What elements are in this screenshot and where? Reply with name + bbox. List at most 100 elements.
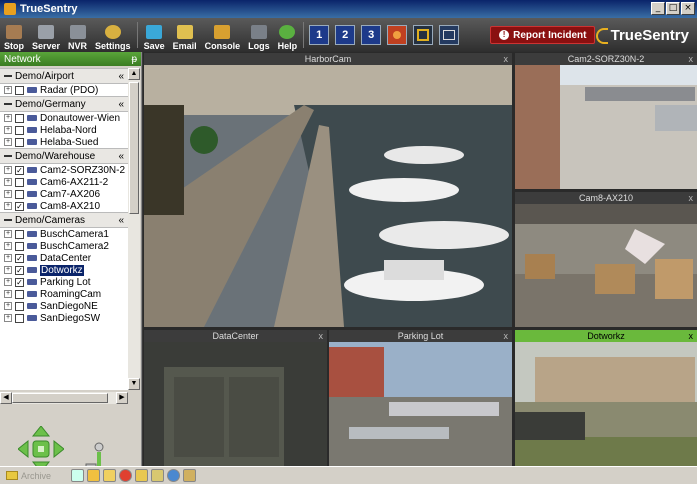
scroll-left-arrow[interactable]: ◀ (0, 392, 12, 404)
video-tile-dotworkz[interactable]: Dotworkz x (515, 330, 697, 466)
map-icon[interactable] (183, 469, 196, 482)
document-icon[interactable] (135, 469, 148, 482)
close-icon[interactable]: x (504, 53, 509, 65)
collapse-icon[interactable]: « (118, 71, 124, 82)
expand-icon[interactable]: + (4, 86, 12, 94)
server-button[interactable]: Server (28, 19, 64, 51)
cone-icon[interactable] (87, 469, 100, 482)
console-button[interactable]: Console (201, 19, 245, 51)
close-button[interactable]: × (681, 2, 695, 15)
tree-group-header[interactable]: Demo/Airport « (0, 68, 128, 84)
camera-checkbox[interactable] (15, 125, 24, 135)
alarm-layout-button[interactable] (387, 25, 408, 45)
tree-camera-item[interactable]: + Radar (PDO) (0, 84, 128, 96)
expand-icon[interactable]: + (4, 178, 12, 186)
video-tile-harborcam[interactable]: HarborCam x (144, 53, 512, 327)
tree-group-header[interactable]: Demo/Cameras « (0, 212, 128, 228)
expand-icon[interactable]: + (4, 314, 12, 322)
alert-icon[interactable] (119, 469, 132, 482)
pin-icon[interactable]: ᵽ (131, 54, 137, 65)
expand-icon[interactable]: + (4, 166, 12, 174)
expand-icon[interactable]: + (4, 190, 12, 198)
camera-checkbox[interactable] (15, 137, 24, 147)
video-tile-cam8[interactable]: Cam8-AX210 x (515, 192, 697, 327)
tree-camera-item[interactable]: + BuschCamera1 (0, 228, 128, 240)
camera-checkbox[interactable] (15, 313, 24, 323)
tree-camera-item[interactable]: + SanDiegoNE (0, 300, 128, 312)
email-button[interactable]: Email (169, 19, 201, 51)
close-icon[interactable]: x (689, 192, 694, 204)
tree-horizontal-scrollbar[interactable]: ◀ ▶ (0, 392, 128, 404)
close-icon[interactable]: x (319, 330, 324, 342)
tree-camera-item[interactable]: + ✓ Cam8-AX210 (0, 200, 128, 212)
zoom-in-icon[interactable] (94, 442, 104, 452)
expand-icon[interactable]: + (4, 254, 12, 262)
collapse-icon[interactable]: « (118, 99, 124, 110)
tree-vertical-scrollbar[interactable]: ▲ ▼ (128, 68, 140, 390)
scroll-up-arrow[interactable]: ▲ (128, 68, 140, 80)
stop-button[interactable]: Stop (0, 19, 28, 51)
grid-layout-button[interactable] (413, 25, 434, 45)
tree-camera-item[interactable]: + Helaba-Nord (0, 124, 128, 136)
save-button[interactable]: Save (140, 19, 169, 51)
nvr-button[interactable]: NVR (64, 19, 91, 51)
scroll-down-arrow[interactable]: ▼ (128, 378, 140, 390)
tree-camera-item[interactable]: + RoamingCam (0, 288, 128, 300)
settings-button[interactable]: Settings (91, 19, 135, 51)
close-icon[interactable]: x (689, 53, 694, 65)
tree-camera-item[interactable]: + ✓ Parking Lot (0, 276, 128, 288)
camera-checkbox[interactable] (15, 229, 24, 239)
expand-icon[interactable]: + (4, 290, 12, 298)
expand-icon[interactable]: + (4, 202, 12, 210)
camera-list-icon[interactable] (151, 469, 164, 482)
collapse-icon[interactable]: « (118, 215, 124, 226)
layout-2-button[interactable]: 2 (335, 25, 356, 45)
camera-checkbox[interactable] (15, 289, 24, 299)
tree-camera-item[interactable]: + ✓ Cam2-SORZ30N-2 (0, 164, 128, 176)
close-icon[interactable]: x (504, 330, 509, 342)
multi-layout-button[interactable] (439, 25, 460, 45)
camera-checkbox[interactable] (15, 177, 24, 187)
tree-camera-item[interactable]: + SanDiegoSW (0, 312, 128, 324)
expand-icon[interactable]: + (4, 302, 12, 310)
scroll-right-arrow[interactable]: ▶ (116, 392, 128, 404)
tree-camera-item[interactable]: + Donautower-Wien (0, 112, 128, 124)
pan-left-arrow[interactable] (18, 439, 29, 459)
layout-3-button[interactable]: 3 (361, 25, 382, 45)
hscroll-thumb[interactable] (12, 393, 108, 403)
expand-icon[interactable]: + (4, 230, 12, 238)
camera-checkbox[interactable] (15, 241, 24, 251)
search-icon[interactable] (71, 469, 84, 482)
globe-icon[interactable] (167, 469, 180, 482)
tree-camera-item[interactable]: + BuschCamera2 (0, 240, 128, 252)
layout-1-button[interactable]: 1 (309, 25, 330, 45)
tree-camera-item[interactable]: + ✓ Dotworkz (0, 264, 128, 276)
minimize-button[interactable]: _ (651, 2, 665, 15)
archive-button[interactable]: Archive (6, 471, 68, 481)
camera-checkbox[interactable]: ✓ (15, 265, 24, 275)
camera-checkbox[interactable] (15, 85, 24, 95)
help-button[interactable]: Help (274, 19, 302, 51)
tree-camera-item[interactable]: + Cam6-AX211-2 (0, 176, 128, 188)
expand-icon[interactable]: + (4, 138, 12, 146)
maximize-button[interactable]: □ (666, 2, 680, 15)
bell-icon[interactable] (103, 469, 116, 482)
camera-checkbox[interactable]: ✓ (15, 165, 24, 175)
expand-icon[interactable]: + (4, 126, 12, 134)
tree-group-header[interactable]: Demo/Warehouse « (0, 148, 128, 164)
video-tile-datacenter[interactable]: DataCenter x (144, 330, 327, 466)
camera-checkbox[interactable]: ✓ (15, 201, 24, 211)
expand-icon[interactable]: + (4, 242, 12, 250)
camera-checkbox[interactable] (15, 301, 24, 311)
scroll-thumb[interactable] (129, 82, 139, 214)
camera-checkbox[interactable] (15, 189, 24, 199)
camera-checkbox[interactable]: ✓ (15, 253, 24, 263)
report-incident-button[interactable]: ! Report Incident (490, 26, 596, 44)
video-tile-parking-lot[interactable]: Parking Lot x (329, 330, 512, 466)
pan-up-arrow[interactable] (31, 426, 51, 437)
tree-camera-item[interactable]: + Cam7-AX206 (0, 188, 128, 200)
logs-button[interactable]: Logs (244, 19, 274, 51)
camera-checkbox[interactable]: ✓ (15, 277, 24, 287)
collapse-icon[interactable]: « (118, 151, 124, 162)
close-icon[interactable]: x (689, 330, 694, 342)
